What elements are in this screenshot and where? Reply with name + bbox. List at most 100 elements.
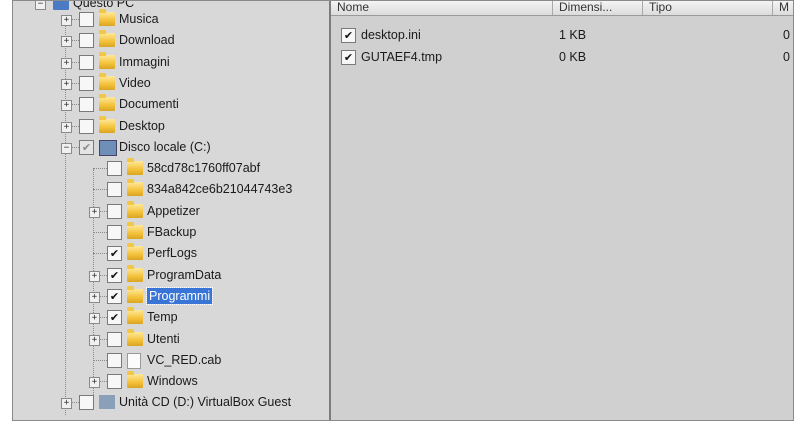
tree-item[interactable]: 834a842ce6b21044743e3 (13, 179, 329, 199)
tree-item[interactable]: + Immagini (13, 51, 329, 72)
expand-icon[interactable]: + (61, 100, 72, 112)
tree-item-checkbox[interactable]: ✔ (107, 310, 122, 326)
tree-item[interactable]: 58cd78c1760ff07abf (13, 158, 329, 178)
tree-item-checkbox[interactable]: ✔ (107, 246, 122, 262)
folder-icon (127, 243, 143, 261)
tree-item[interactable]: + ✔ Temp (13, 307, 329, 327)
tree-item[interactable]: + Video (13, 72, 329, 93)
expand-icon[interactable]: + (61, 36, 72, 48)
tree-item-label: Download (119, 33, 175, 48)
drive-icon (99, 139, 117, 156)
expand-icon[interactable]: + (61, 15, 72, 26)
tree-item-label: Immagini (119, 54, 170, 69)
tree-item[interactable]: + Appetizer (13, 200, 329, 221)
tree-item-label: VC_RED.cab (147, 352, 222, 367)
tree-connector-line (93, 168, 107, 170)
expand-icon[interactable]: + (89, 377, 100, 389)
expand-icon[interactable]: + (89, 313, 100, 325)
expand-icon[interactable]: + (89, 334, 100, 346)
tree-item[interactable]: + ✔ Programmi (13, 285, 329, 306)
tree-item-label: PerfLogs (147, 246, 198, 261)
tree-item-checkbox[interactable] (79, 97, 94, 113)
tree-item-label: Disco locale (C:) (119, 139, 211, 154)
tree-item-checkbox[interactable]: ✔ (107, 288, 122, 304)
tree-item[interactable]: + Unità CD (D:) VirtualBox Guest (13, 392, 329, 412)
expand-icon[interactable]: + (89, 270, 100, 282)
folder-icon (127, 285, 143, 303)
tree-item[interactable]: + Download (13, 30, 329, 50)
tree-item-label: Video (119, 75, 151, 90)
tree-item-label: Appetizer (147, 203, 200, 218)
file-list-row[interactable]: ✔ desktop.ini 1 KB 0 (331, 25, 793, 45)
column-name-header[interactable]: Nome (331, 1, 553, 15)
expand-icon[interactable]: + (61, 57, 72, 69)
file-list-row[interactable]: ✔ GUTAEF4.tmp 0 KB 0 (331, 47, 793, 67)
expand-icon[interactable]: + (61, 121, 72, 133)
tree-item-checkbox[interactable] (107, 352, 122, 368)
tree-connector-line (93, 253, 107, 255)
tree-item-label: Unità CD (D:) VirtualBox Guest (119, 395, 292, 410)
documents-folder-icon (99, 94, 115, 112)
file-checkbox[interactable]: ✔ (341, 50, 356, 65)
tree-item-checkbox[interactable] (79, 54, 94, 70)
column-header: Nome Dimensi... Tipo M (331, 1, 793, 16)
column-type-header[interactable]: Tipo (643, 1, 773, 15)
tree-connector-line (93, 189, 107, 191)
tree-item-label: Utenti (147, 331, 180, 346)
file-list-pane[interactable]: Nome Dimensi... Tipo M ✔ desktop.ini 1 KB 0… (331, 1, 793, 420)
tree-item-label: ProgramData (147, 267, 222, 282)
file-selector-window: − Questo PC + Musica + Download + Immagini + Vi… (12, 0, 794, 421)
tree-item-checkbox[interactable] (107, 374, 122, 390)
tree-item-checkbox[interactable]: ✔ (79, 139, 94, 155)
folder-icon (127, 222, 143, 239)
column-size-header[interactable]: Dimensi... (553, 1, 643, 15)
folder-icon (127, 264, 143, 282)
tree-item[interactable]: ✔ PerfLogs (13, 243, 329, 263)
tree-item[interactable]: + Utenti (13, 328, 329, 349)
tree-item[interactable]: + Documenti (13, 94, 329, 114)
tree-item[interactable]: + ✔ ProgramData (13, 264, 329, 285)
tree-item-label: 834a842ce6b21044743e3 (147, 182, 293, 197)
tree-item[interactable]: + Musica (13, 9, 329, 29)
column-modified-header[interactable]: M (773, 1, 793, 15)
folder-icon (127, 307, 143, 325)
tree-item-checkbox[interactable] (107, 161, 122, 177)
folder-icon (127, 371, 143, 389)
tree-item-checkbox[interactable]: ✔ (107, 267, 122, 283)
tree-item-checkbox[interactable] (107, 203, 122, 219)
expand-icon[interactable]: + (61, 398, 72, 410)
tree-item[interactable]: FBackup (13, 222, 329, 242)
tree-item[interactable]: + Windows (13, 371, 329, 391)
expand-icon[interactable]: + (61, 78, 72, 90)
folder-icon (127, 200, 143, 218)
tree-item[interactable]: − ✔ Disco locale (C:) (13, 137, 329, 157)
video-folder-icon (99, 72, 115, 90)
tree-item-label: 58cd78c1760ff07abf (147, 161, 261, 176)
tree-item[interactable]: + Desktop (13, 115, 329, 136)
tree-item-checkbox[interactable] (107, 225, 122, 240)
tree-connector-line (93, 359, 107, 361)
file-modified: 0 (783, 28, 790, 42)
tree-item-label: Programmi (145, 286, 214, 305)
expand-icon[interactable]: + (89, 291, 100, 303)
tree-item-checkbox[interactable] (79, 33, 94, 49)
folder-icon (127, 328, 143, 346)
tree-item-checkbox[interactable] (107, 331, 122, 347)
expand-icon[interactable]: + (89, 206, 100, 218)
tree-item-label: FBackup (147, 225, 197, 239)
file-checkbox[interactable]: ✔ (341, 28, 356, 43)
cd-drive-icon (99, 395, 115, 410)
folder-tree-pane[interactable]: − Questo PC + Musica + Download + Immagini + Vi… (13, 1, 331, 420)
tree-item-checkbox[interactable] (79, 395, 94, 411)
folder-icon (127, 158, 143, 176)
file-size: 1 KB (559, 28, 587, 42)
tree-item-checkbox[interactable] (79, 118, 94, 134)
download-folder-icon (99, 30, 115, 48)
tree-item-checkbox[interactable] (107, 182, 122, 198)
tree-item-checkbox[interactable] (79, 75, 94, 91)
collapse-icon[interactable]: − (61, 142, 72, 154)
tree-item-checkbox[interactable] (79, 12, 94, 27)
tree-item-label: Musica (119, 12, 159, 26)
tree-item[interactable]: VC_RED.cab (13, 350, 329, 370)
file-icon (127, 352, 141, 369)
